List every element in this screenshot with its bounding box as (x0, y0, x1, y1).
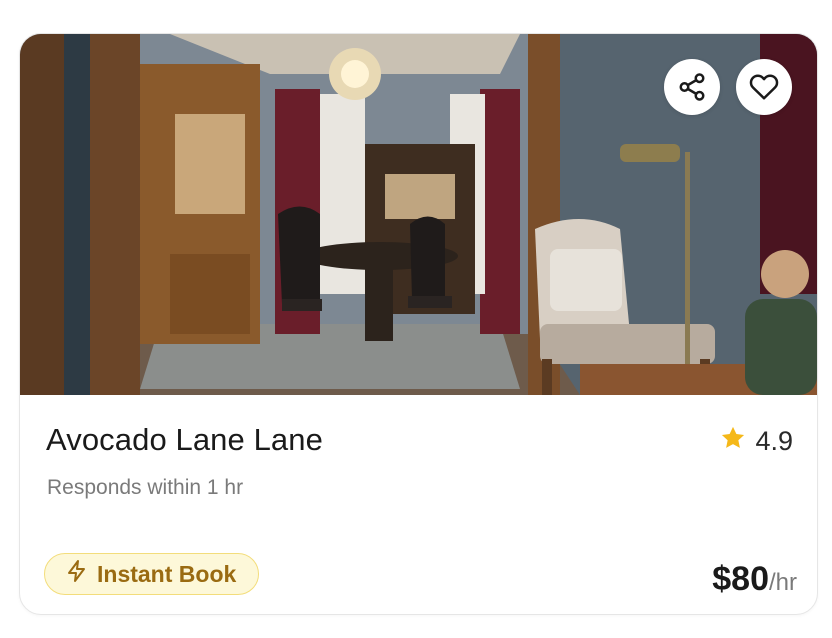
share-icon (677, 72, 707, 102)
listing-photo[interactable] (20, 34, 817, 395)
lightning-icon (65, 559, 89, 589)
response-time: Responds within 1 hr (47, 476, 244, 499)
listing-title[interactable]: Avocado Lane Lane (46, 422, 323, 458)
instant-book-badge: Instant Book (44, 553, 260, 595)
listing-card[interactable]: Avocado Lane Lane Responds within 1 hr 4… (19, 33, 818, 615)
share-button[interactable] (664, 59, 720, 115)
rating-value: 4.9 (755, 426, 793, 456)
instant-book-label: Instant Book (97, 560, 237, 587)
heart-icon (749, 72, 779, 102)
price: $80 /hr (712, 560, 797, 599)
rating: 4.9 (719, 424, 793, 459)
price-amount: $80 (712, 560, 769, 598)
star-icon (719, 424, 747, 459)
price-unit: /hr (768, 569, 797, 596)
favorite-button[interactable] (736, 59, 792, 115)
